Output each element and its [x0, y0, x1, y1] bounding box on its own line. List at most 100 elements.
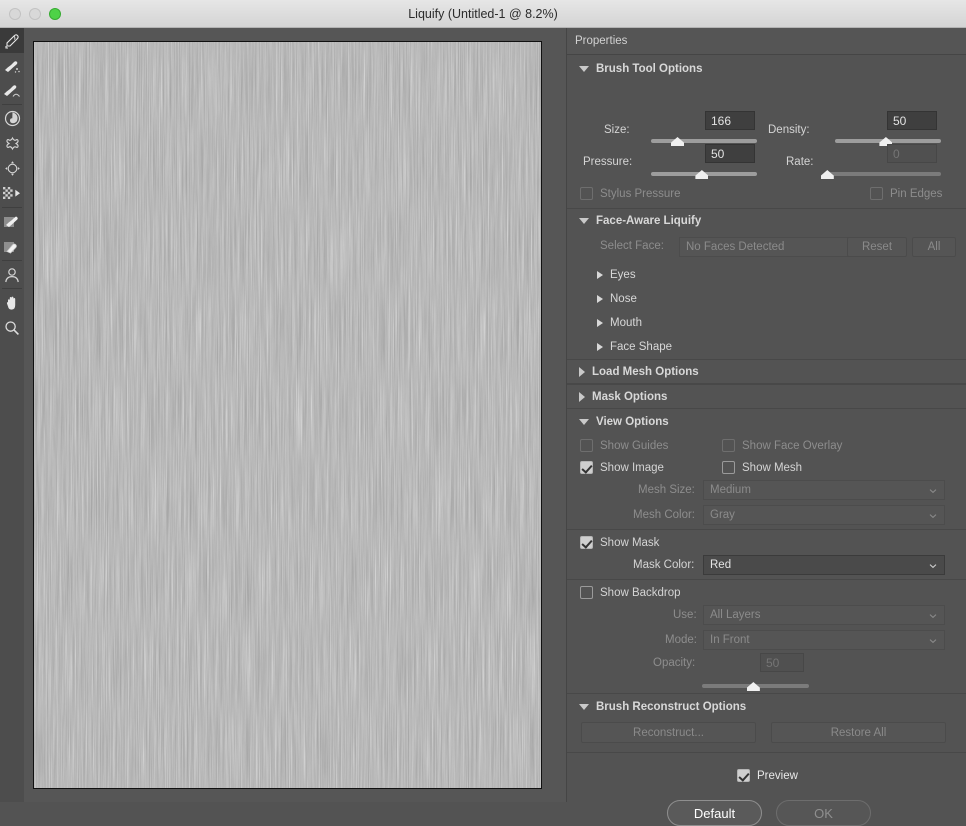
chevron-down-icon [929, 614, 937, 619]
zoom-tool[interactable] [0, 315, 24, 340]
pressure-slider[interactable] [651, 167, 757, 179]
section-load-mesh-options[interactable]: Load Mesh Options [567, 359, 966, 384]
pin-edges-checkbox: Pin Edges [870, 187, 942, 200]
image-preview[interactable] [33, 41, 542, 789]
subsection-face-shape[interactable]: Face Shape [585, 336, 672, 358]
section-brush-tool-options[interactable]: Brush Tool Options [567, 58, 702, 80]
panel-header: Properties [567, 28, 966, 55]
backdrop-use-value: All Layers [710, 609, 761, 621]
section-mask-options[interactable]: Mask Options [567, 384, 966, 409]
backdrop-opacity-label: Opacity: [653, 657, 696, 669]
push-left-tool[interactable] [0, 181, 24, 206]
size-label: Size: [604, 124, 630, 136]
size-slider-track [651, 139, 757, 143]
panel-title: Properties [575, 35, 628, 47]
chevron-down-icon [579, 704, 589, 710]
smooth-tool[interactable] [0, 78, 24, 103]
rate-label: Rate: [786, 156, 814, 168]
divider [567, 579, 966, 580]
section-title: View Options [596, 416, 669, 428]
mesh-size-label: Mesh Size: [638, 484, 695, 496]
bloat-tool[interactable] [0, 156, 24, 181]
show-guides-checkbox: Show Guides [580, 439, 668, 452]
hand-tool[interactable] [0, 290, 24, 315]
reconstruct-tool[interactable] [0, 53, 24, 78]
checkbox-icon[interactable] [580, 536, 593, 549]
chevron-down-icon [929, 489, 937, 494]
show-face-overlay-checkbox: Show Face Overlay [722, 439, 842, 452]
ok-button: OK [776, 800, 871, 826]
rate-slider-track [825, 172, 941, 176]
density-input[interactable]: 50 [887, 111, 937, 130]
subsection-mouth[interactable]: Mouth [585, 312, 642, 334]
checkbox-icon[interactable] [580, 586, 593, 599]
backdrop-opacity-slider [702, 679, 809, 691]
show-mesh-label: Show Mesh [742, 461, 803, 474]
mask-color-value: Red [710, 559, 732, 571]
subsection-label: Nose [610, 293, 637, 305]
show-image-checkbox[interactable]: Show Image [580, 461, 664, 474]
section-title: Face-Aware Liquify [596, 215, 702, 227]
reset-face-button: Reset [847, 237, 907, 257]
show-backdrop-label: Show Backdrop [600, 586, 681, 599]
section-view-options[interactable]: View Options [567, 411, 669, 433]
twirl-clockwise-tool[interactable] [0, 106, 24, 131]
section-title: Brush Tool Options [596, 63, 703, 75]
chevron-right-icon [579, 366, 585, 377]
brushed-texture [34, 42, 541, 788]
toolbar-divider [2, 104, 22, 105]
rate-input: 0 [887, 144, 937, 163]
mesh-size-dropdown: Medium [703, 480, 945, 500]
section-title: Load Mesh Options [592, 365, 699, 378]
select-face-value: No Faces Detected [686, 241, 785, 253]
chevron-down-icon [929, 514, 937, 519]
window-titlebar: Liquify (Untitled-1 @ 8.2%) [0, 0, 966, 28]
forward-warp-tool[interactable] [0, 28, 24, 53]
reconstruct-button[interactable]: Reconstruct... [581, 722, 756, 743]
chevron-down-icon [929, 639, 937, 644]
section-title: Brush Reconstruct Options [596, 701, 747, 713]
show-face-overlay-label: Show Face Overlay [742, 439, 843, 452]
mesh-size-value: Medium [710, 484, 751, 496]
divider [567, 693, 966, 694]
preview-checkbox[interactable]: Preview [737, 769, 798, 782]
show-mask-label: Show Mask [600, 536, 660, 549]
mesh-color-dropdown: Gray [703, 505, 945, 525]
chevron-down-icon [929, 564, 937, 569]
rate-slider [820, 167, 941, 179]
show-mask-checkbox[interactable]: Show Mask [580, 536, 659, 549]
checkbox-icon[interactable] [580, 461, 593, 474]
checkbox-icon[interactable] [722, 461, 735, 474]
section-face-aware-liquify[interactable]: Face-Aware Liquify [567, 210, 701, 232]
section-brush-reconstruct-options[interactable]: Brush Reconstruct Options [567, 696, 746, 718]
mask-color-dropdown[interactable]: Red [703, 555, 945, 575]
pucker-tool[interactable] [0, 131, 24, 156]
subsection-nose[interactable]: Nose [585, 288, 637, 310]
restore-all-button[interactable]: Restore All [771, 722, 946, 743]
show-guides-label: Show Guides [600, 439, 669, 452]
toolbar-divider [2, 260, 22, 261]
size-input[interactable]: 166 [705, 111, 755, 130]
liquify-toolbar [0, 28, 24, 802]
thaw-mask-tool[interactable] [0, 234, 24, 259]
checkbox-icon[interactable] [737, 769, 750, 782]
mesh-color-value: Gray [710, 509, 735, 521]
subsection-label: Eyes [610, 269, 636, 281]
properties-panel: Properties Brush Tool Options Size: 166 … [566, 28, 966, 826]
chevron-right-icon [597, 271, 603, 279]
show-mesh-checkbox[interactable]: Show Mesh [722, 461, 802, 474]
toolbar-divider [2, 207, 22, 208]
default-button[interactable]: Default [667, 800, 762, 826]
backdrop-opacity-input: 50 [760, 653, 804, 672]
stylus-pressure-label: Stylus Pressure [600, 187, 681, 200]
show-backdrop-checkbox[interactable]: Show Backdrop [580, 586, 681, 599]
toolbar-divider [2, 288, 22, 289]
freeze-mask-tool[interactable] [0, 209, 24, 234]
subsection-label: Face Shape [610, 341, 673, 353]
chevron-down-icon [579, 218, 589, 224]
pressure-input[interactable]: 50 [705, 144, 755, 163]
subsection-eyes[interactable]: Eyes [585, 264, 636, 286]
chevron-down-icon [579, 419, 589, 425]
liquify-canvas-area[interactable] [24, 28, 566, 802]
face-tool[interactable] [0, 262, 24, 287]
